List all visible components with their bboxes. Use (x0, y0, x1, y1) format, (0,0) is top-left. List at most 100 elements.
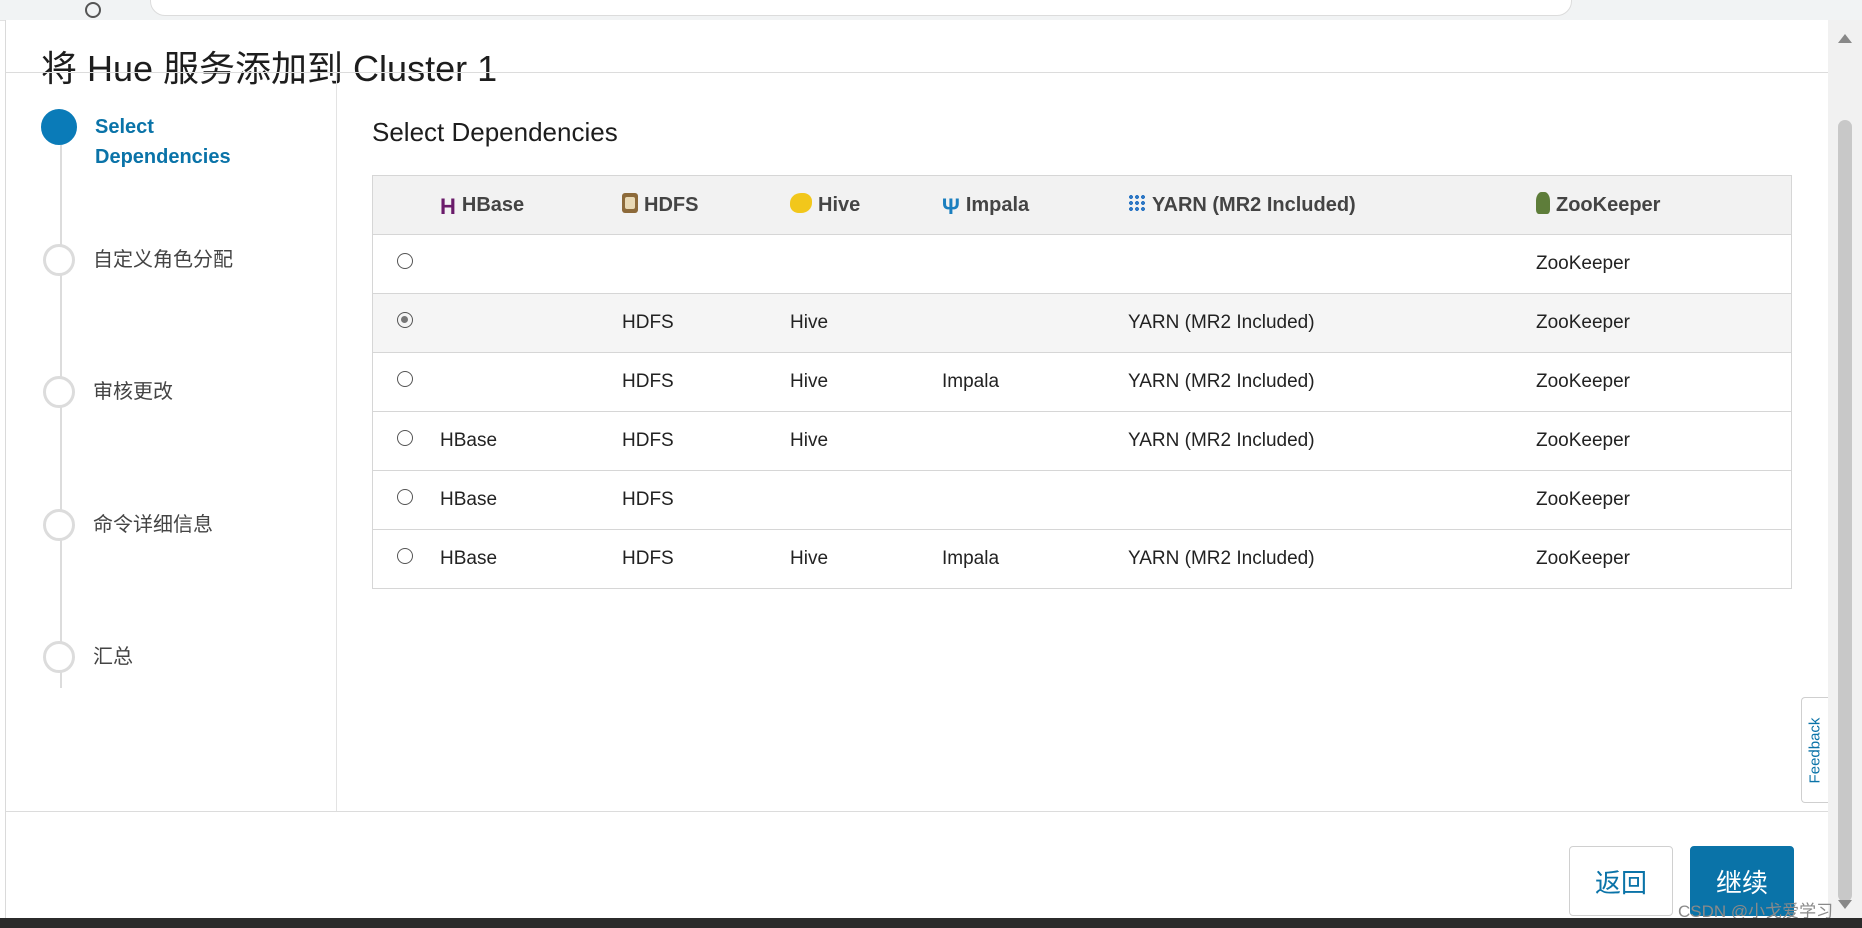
feedback-label: Feedback (1806, 717, 1824, 783)
table-cell: YARN (MR2 Included) (1128, 411, 1536, 471)
table-cell (790, 234, 942, 294)
hdfs-icon (622, 193, 638, 214)
dependency-radio[interactable] (397, 371, 413, 387)
radio-cell[interactable] (372, 293, 440, 353)
taskbar-edge (0, 918, 1862, 928)
table-row[interactable]: ZooKeeper (372, 234, 1792, 294)
table-row[interactable]: HBase HDFS ZooKeeper (372, 470, 1792, 530)
page-scrollbar[interactable] (1828, 20, 1862, 928)
radio-column-header (372, 175, 440, 235)
table-cell: ZooKeeper (1536, 529, 1792, 589)
table-cell: HBase (440, 529, 622, 589)
step-label: 自定义角色分配 (93, 249, 233, 271)
step-label: Select Dependencies (95, 116, 231, 168)
table-cell (622, 234, 790, 294)
scroll-down-icon[interactable] (1838, 900, 1852, 909)
table-cell: Hive (790, 293, 942, 353)
table-cell (942, 470, 1128, 530)
table-cell: Hive (790, 352, 942, 412)
scroll-up-icon[interactable] (1838, 34, 1852, 43)
table-cell: Impala (942, 529, 1128, 589)
table-row[interactable]: HDFS Hive YARN (MR2 Included) ZooKeeper (372, 293, 1792, 353)
table-cell (440, 352, 622, 412)
dependency-radio[interactable] (397, 489, 413, 505)
table-cell (440, 234, 622, 294)
address-bar[interactable] (150, 0, 1572, 16)
column-label: HDFS (644, 193, 699, 216)
column-label: HBase (461, 193, 525, 216)
step-custom-role-assignment[interactable]: 自定义角色分配 (43, 244, 233, 276)
step-label: 审核更改 (93, 381, 173, 403)
dependency-radio[interactable] (397, 253, 413, 269)
dependency-radio[interactable] (397, 548, 413, 564)
column-label: YARN (MR2 Included) (1152, 193, 1356, 216)
column-header-yarn: YARN (MR2 Included) (1128, 175, 1536, 235)
table-row[interactable]: HBase HDFS Hive Impala YARN (MR2 Include… (372, 529, 1792, 589)
hive-icon (790, 193, 812, 214)
step-command-details[interactable]: 命令详细信息 (43, 509, 213, 541)
table-cell: ZooKeeper (1536, 352, 1792, 412)
back-button[interactable]: 返回 (1569, 846, 1673, 916)
radio-cell[interactable] (372, 529, 440, 589)
section-title: Select Dependencies (372, 117, 618, 147)
add-service-modal: 将 Hue 服务添加到 Cluster 1 Select Dependencie… (5, 20, 1830, 920)
hbase-icon: H (440, 194, 456, 220)
dependency-radio[interactable] (397, 312, 413, 328)
table-cell: Impala (942, 352, 1128, 412)
table-cell: Hive (790, 411, 942, 471)
wizard-steps: Select Dependencies 自定义角色分配 审核更改 命令详细信息 … (6, 73, 337, 811)
table-cell: HBase (440, 411, 622, 471)
table-cell (942, 411, 1128, 471)
step-select-dependencies[interactable]: Select Dependencies (41, 109, 245, 172)
column-header-impala: Ψ Impala (942, 175, 1128, 235)
table-cell: YARN (MR2 Included) (1128, 293, 1536, 353)
table-cell: HDFS (622, 470, 790, 530)
step-indicator-icon (43, 641, 75, 673)
table-cell: HDFS (622, 293, 790, 353)
table-cell: YARN (MR2 Included) (1128, 352, 1536, 412)
column-header-hdfs: HDFS (622, 175, 790, 235)
yarn-icon (1128, 194, 1146, 213)
table-cell: ZooKeeper (1536, 470, 1792, 530)
modal-footer: 返回 继续 (6, 810, 1829, 920)
table-cell (440, 293, 622, 353)
radio-cell[interactable] (372, 411, 440, 471)
column-header-hbase: H HBase (440, 175, 622, 235)
table-cell (942, 234, 1128, 294)
column-label: ZooKeeper (1556, 193, 1661, 216)
step-indicator-icon (43, 509, 75, 541)
dependencies-table: H HBase HDFS Hive Ψ Impala YARN (MR2 Inclu (372, 175, 1792, 589)
radio-cell[interactable] (372, 234, 440, 294)
scroll-thumb[interactable] (1838, 120, 1852, 902)
table-cell: HDFS (622, 529, 790, 589)
table-cell: ZooKeeper (1536, 411, 1792, 471)
modal-body: Select Dependencies 自定义角色分配 审核更改 命令详细信息 … (6, 72, 1829, 812)
table-cell: Hive (790, 529, 942, 589)
browser-nav-icon[interactable] (85, 2, 101, 18)
step-label: 命令详细信息 (93, 514, 213, 536)
table-row[interactable]: HDFS Hive Impala YARN (MR2 Included) Zoo… (372, 352, 1792, 412)
table-cell: ZooKeeper (1536, 293, 1792, 353)
radio-cell[interactable] (372, 352, 440, 412)
table-row[interactable]: HBase HDFS Hive YARN (MR2 Included) ZooK… (372, 411, 1792, 471)
table-cell: ZooKeeper (1536, 234, 1792, 294)
step-indicator-icon (43, 244, 75, 276)
column-label: Hive (818, 193, 861, 216)
table-cell: HBase (440, 470, 622, 530)
step-summary[interactable]: 汇总 (43, 641, 133, 673)
step-review-changes[interactable]: 审核更改 (43, 376, 173, 408)
dependency-radio[interactable] (397, 430, 413, 446)
table-cell (1128, 470, 1536, 530)
step-indicator-icon (41, 109, 77, 145)
impala-icon: Ψ (942, 194, 960, 220)
feedback-tab[interactable]: Feedback (1801, 697, 1828, 803)
step-indicator-icon (43, 376, 75, 408)
table-cell (1128, 234, 1536, 294)
step-label: 汇总 (93, 646, 133, 668)
radio-cell[interactable] (372, 470, 440, 530)
table-cell: HDFS (622, 352, 790, 412)
column-header-zookeeper: ZooKeeper (1536, 175, 1792, 235)
steps-connector-line (60, 128, 62, 688)
table-cell: HDFS (622, 411, 790, 471)
table-cell: YARN (MR2 Included) (1128, 529, 1536, 589)
